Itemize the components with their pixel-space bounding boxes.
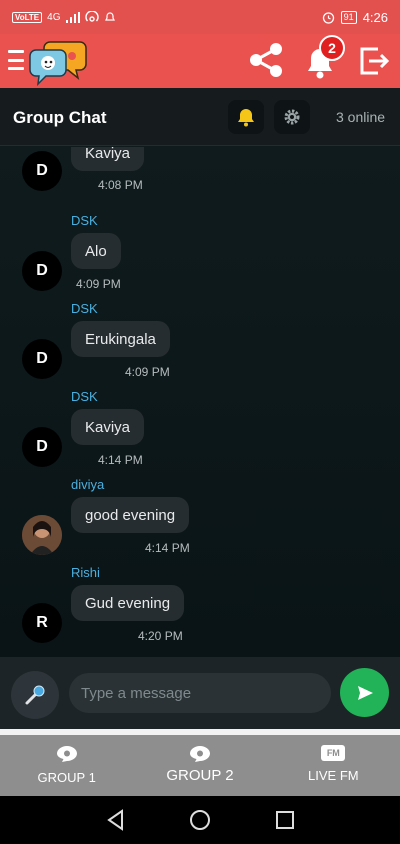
app-logo-icon xyxy=(29,41,87,86)
chat-header: Group Chat 3 online xyxy=(0,88,400,146)
message-list[interactable]: Kaviya D 4:08 PM DSK Alo D 4:09 PM DSK E… xyxy=(0,147,400,657)
recents-icon[interactable] xyxy=(273,808,297,832)
avatar[interactable] xyxy=(22,515,62,555)
send-icon xyxy=(357,685,373,700)
logout-icon[interactable] xyxy=(356,43,392,79)
chat-bubble-icon xyxy=(189,746,210,762)
message-time: 4:14 PM xyxy=(98,453,143,467)
message-input[interactable] xyxy=(69,673,331,713)
chat-settings-button[interactable] xyxy=(274,100,310,134)
status-time: 4:26 xyxy=(362,9,388,25)
send-button[interactable] xyxy=(340,668,389,717)
app-header: 2 xyxy=(0,34,400,88)
avatar[interactable]: D xyxy=(22,151,62,191)
system-navigation-bar xyxy=(0,796,400,844)
status-right: 91 4:26 xyxy=(322,10,388,25)
message-bubble[interactable]: good evening xyxy=(71,497,190,533)
chat-title: Group Chat xyxy=(13,108,107,127)
bottom-tab-bar: GROUP 1 GROUP 2 FM LIVE FM xyxy=(0,735,400,796)
avatar[interactable]: D xyxy=(22,427,62,467)
message-composer xyxy=(0,657,400,729)
tab-group-2[interactable]: GROUP 2 xyxy=(133,735,266,796)
avatar[interactable]: D xyxy=(22,339,62,379)
tab-group-1[interactable]: GROUP 1 xyxy=(0,735,133,796)
message-bubble[interactable]: Erukingala xyxy=(71,321,170,357)
chat-bubble-icon xyxy=(56,746,77,762)
tab-label: LIVE FM xyxy=(308,768,359,783)
share-icon[interactable] xyxy=(246,40,286,80)
message-time: 4:09 PM xyxy=(76,277,121,291)
message-bubble[interactable]: Gud evening xyxy=(71,585,185,621)
message-sender: DSK xyxy=(71,213,98,228)
tab-label: GROUP 1 xyxy=(37,770,96,785)
avatar[interactable]: R xyxy=(22,603,62,643)
fm-icon: FM xyxy=(321,745,346,761)
notification-count-badge: 2 xyxy=(319,35,345,61)
status-bar: VoLTE 4G 91 4:26 xyxy=(0,0,400,34)
message-bubble[interactable]: Kaviya xyxy=(71,147,145,171)
volte-indicator: VoLTE xyxy=(12,11,43,23)
home-icon[interactable] xyxy=(188,808,212,832)
battery-level: 91 xyxy=(340,10,357,24)
message-sender: DSK xyxy=(71,389,98,404)
avatar[interactable]: D xyxy=(22,251,62,291)
mic-button[interactable] xyxy=(11,671,59,719)
notification-bell-small-icon xyxy=(104,12,115,21)
message-time: 4:08 PM xyxy=(98,178,143,192)
message-time: 4:14 PM xyxy=(145,541,190,555)
message-sender: DSK xyxy=(71,301,98,316)
message-time: 4:20 PM xyxy=(138,629,183,643)
network-type: 4G xyxy=(47,11,61,23)
tab-live-fm[interactable]: FM LIVE FM xyxy=(267,735,400,796)
online-count: 3 online xyxy=(336,109,386,125)
message-bubble[interactable]: Kaviya xyxy=(71,409,145,445)
gear-icon xyxy=(284,109,300,125)
alarm-icon xyxy=(322,11,334,24)
bell-icon xyxy=(238,109,254,127)
user-photo-icon xyxy=(22,515,62,555)
message-sender: diviya xyxy=(71,477,105,492)
status-left: VoLTE 4G xyxy=(12,11,116,23)
message-bubble[interactable]: Alo xyxy=(71,233,121,269)
hotspot-icon xyxy=(84,11,99,22)
tab-label: GROUP 2 xyxy=(166,767,234,784)
message-sender: Rishi xyxy=(71,565,100,580)
message-time: 4:09 PM xyxy=(125,365,170,379)
back-icon[interactable] xyxy=(104,808,128,832)
signal-icon xyxy=(65,11,80,23)
menu-icon[interactable] xyxy=(8,50,24,70)
chat-notification-button[interactable] xyxy=(228,100,264,134)
microphone-icon xyxy=(25,685,45,705)
